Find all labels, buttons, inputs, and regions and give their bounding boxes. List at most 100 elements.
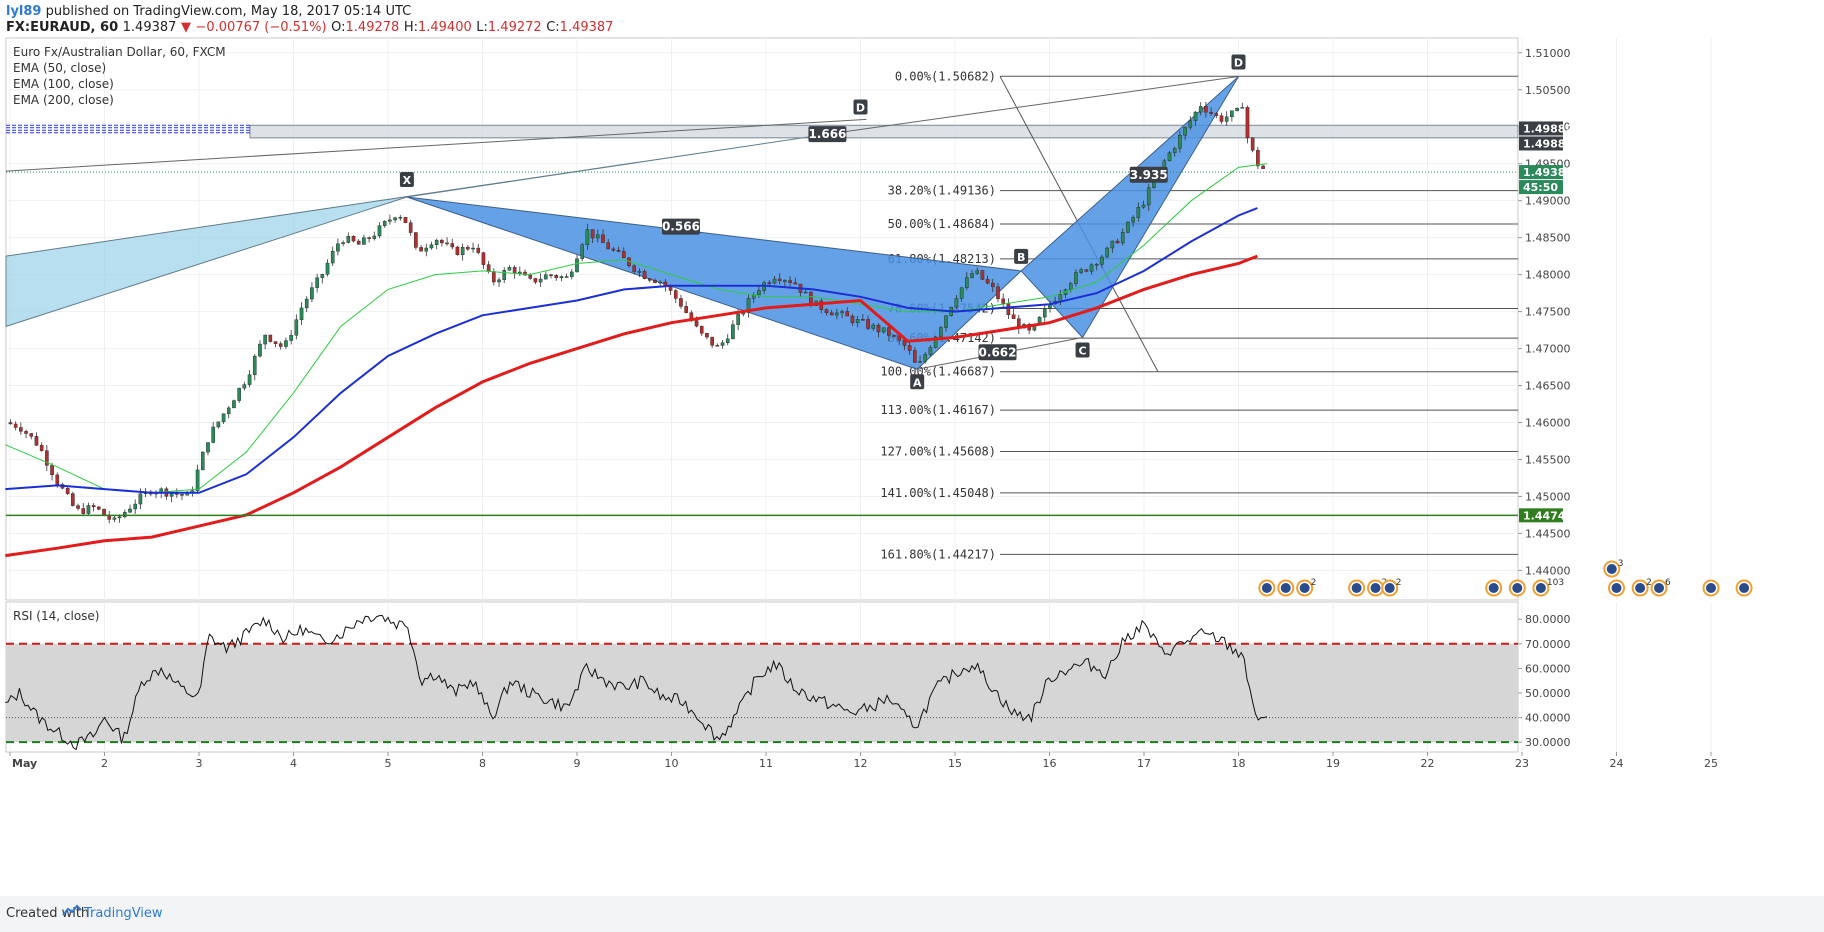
candle-body xyxy=(367,237,371,239)
candle-body xyxy=(679,298,683,307)
candle-body xyxy=(1001,298,1005,304)
rsi-tick-label: 40.0000 xyxy=(1525,712,1571,725)
candle-body xyxy=(486,264,491,272)
candle-body xyxy=(408,222,413,233)
candle-body xyxy=(278,343,283,347)
candle-body xyxy=(564,276,569,278)
candle-body xyxy=(590,229,595,239)
chart-canvas[interactable]: 0.00%(1.50682) 38.20%(1.49136) 50.00%(1.48… xyxy=(0,0,1824,932)
candle-body xyxy=(232,400,236,409)
candle-body xyxy=(829,312,834,316)
candle-body xyxy=(772,278,777,284)
time-tick-label: 12 xyxy=(854,757,868,770)
candle-body xyxy=(294,319,299,336)
candle-body xyxy=(959,287,964,299)
candle-body xyxy=(55,474,60,485)
event-count-badge: 103 xyxy=(1547,578,1564,588)
candle-body xyxy=(117,516,122,519)
time-tick-label: 19 xyxy=(1326,757,1340,770)
candle-body xyxy=(1084,269,1089,272)
candle-body xyxy=(91,505,96,508)
candle-body xyxy=(102,508,106,516)
pattern-ratio-label: 3.935 xyxy=(1129,166,1168,183)
event-flag-inner xyxy=(1606,564,1617,574)
candle-body xyxy=(1167,152,1172,161)
candle-body xyxy=(372,235,377,239)
candle-body xyxy=(13,423,18,428)
candle-body xyxy=(299,307,304,320)
candle-body xyxy=(24,431,28,434)
candle-body xyxy=(549,274,553,276)
time-tick-label: 5 xyxy=(385,757,392,770)
candle-body xyxy=(970,273,974,278)
high-label: H: xyxy=(403,20,418,35)
event-flag-inner xyxy=(1261,583,1272,593)
tradingview-link[interactable]: TradingView xyxy=(84,906,163,921)
rsi-tick-label: 30.0000 xyxy=(1525,736,1571,749)
candle-body xyxy=(668,286,673,291)
candle-body xyxy=(1146,187,1151,206)
candle-body xyxy=(985,279,990,284)
candle-body xyxy=(1224,116,1229,122)
author-link[interactable]: lyl89 xyxy=(6,4,41,19)
candle-body xyxy=(211,426,215,443)
fib-level-label: 141.00%(1.45048) xyxy=(880,486,996,500)
candle-body xyxy=(8,422,13,425)
event-count-badge: 6 xyxy=(1665,578,1671,588)
price-tick-label: 1.49000 xyxy=(1525,195,1571,208)
candle-body xyxy=(892,335,896,337)
time-tick-label: 10 xyxy=(665,757,679,770)
fib-level-label: 50.00%(1.48684) xyxy=(888,217,996,231)
candle-body xyxy=(284,340,288,347)
candle-body xyxy=(647,278,652,281)
event-flag-inner xyxy=(1384,583,1395,593)
candle-body xyxy=(575,258,579,273)
event-flag-inner xyxy=(1535,583,1546,593)
candle-body xyxy=(440,239,444,244)
publish-line: lyl89 published on TradingView.com, May … xyxy=(6,4,411,19)
rsi-tick-label: 70.0000 xyxy=(1525,638,1571,651)
candle-body xyxy=(601,234,605,243)
candle-body xyxy=(1006,303,1011,315)
candle-body xyxy=(580,244,584,259)
candle-body xyxy=(777,278,782,281)
pattern-point-d: D xyxy=(1231,54,1246,70)
footer-bar: Created with TradingView xyxy=(0,896,1824,932)
candle-body xyxy=(445,242,449,245)
down-arrow-icon: ▼ xyxy=(180,20,191,35)
candle-body xyxy=(658,281,662,284)
fib-level-label: 113.00%(1.46167) xyxy=(880,403,996,417)
event-flag-inner xyxy=(1370,583,1381,593)
candle-body xyxy=(195,469,200,491)
candle-body xyxy=(731,324,735,340)
time-tick-label: 18 xyxy=(1232,757,1246,770)
candle-body xyxy=(1115,240,1120,244)
candle-body xyxy=(876,324,881,333)
candle-body xyxy=(481,252,486,265)
candle-body xyxy=(263,334,267,345)
candle-body xyxy=(913,350,917,363)
candle-body xyxy=(1110,240,1115,249)
candle-body xyxy=(65,488,70,494)
candle-body xyxy=(1261,165,1265,169)
ema200-legend: EMA (200, close) xyxy=(13,93,114,107)
candle-body xyxy=(1100,256,1104,265)
candle-body xyxy=(991,282,995,288)
ratio-text: 0.566 xyxy=(662,220,700,234)
candle-body xyxy=(1198,106,1203,113)
candle-body xyxy=(606,242,610,250)
candle-body xyxy=(169,493,174,497)
candle-body xyxy=(200,451,205,471)
candle-body xyxy=(528,274,533,279)
candle-body xyxy=(424,247,429,252)
candle-body xyxy=(881,327,886,333)
candle-body xyxy=(466,246,470,250)
candle-body xyxy=(980,270,985,280)
price-axis: 1.510001.505001.500001.495001.490001.485… xyxy=(1518,47,1571,749)
price-tick-label: 1.48500 xyxy=(1525,232,1571,245)
pattern-point-label: B xyxy=(1017,251,1025,264)
candle-body xyxy=(855,319,860,324)
publish-info: published on TradingView.com, May 18, 20… xyxy=(45,4,412,19)
event-count-badge: 2 xyxy=(1396,578,1402,588)
time-tick-label: May xyxy=(12,757,37,770)
